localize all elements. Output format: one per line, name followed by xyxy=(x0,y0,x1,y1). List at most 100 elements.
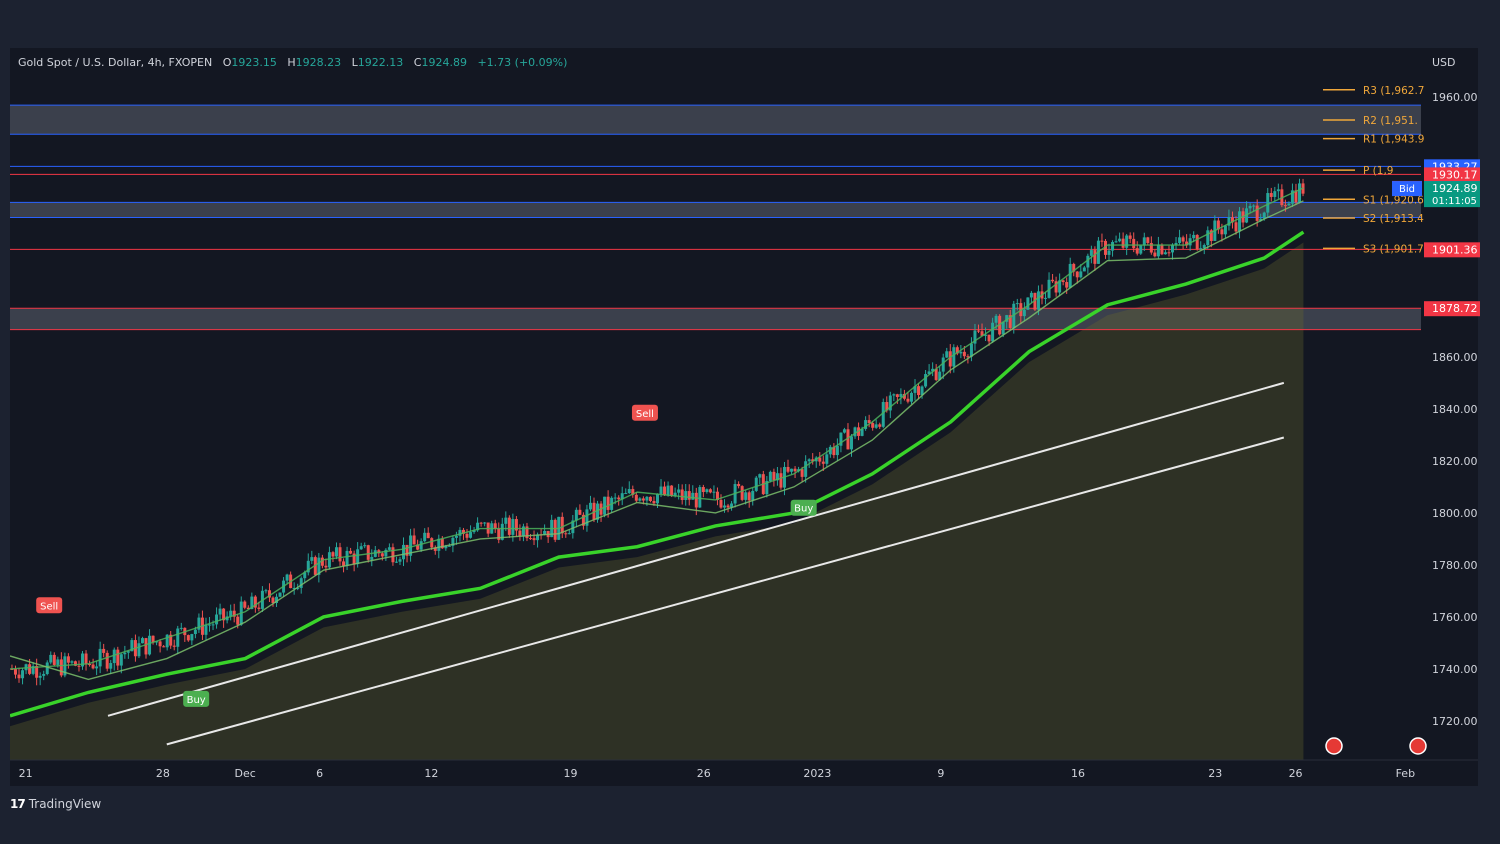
candle-body xyxy=(91,664,95,669)
candle-body xyxy=(285,574,289,581)
candle-body xyxy=(666,485,670,495)
price-tag-bid: Bid xyxy=(1399,184,1415,195)
candle-body xyxy=(1029,292,1033,298)
candle-body xyxy=(737,484,741,487)
candle-body xyxy=(1107,250,1111,255)
candle-body xyxy=(553,519,557,540)
y-tick-label: 1860.00 xyxy=(1432,351,1478,364)
signal-label-buy: Buy xyxy=(794,504,813,515)
x-tick-label: 28 xyxy=(156,767,170,780)
candle-body xyxy=(70,661,74,663)
candle-body xyxy=(119,654,123,666)
x-tick-label: 16 xyxy=(1071,767,1085,780)
candle-body xyxy=(391,547,395,563)
candle-body xyxy=(1163,252,1167,255)
price-label-value: 1930.17 xyxy=(1432,168,1478,181)
candle-body xyxy=(1036,291,1040,310)
candle-body xyxy=(842,429,846,433)
candle-body xyxy=(786,466,790,472)
candle-body xyxy=(102,648,106,653)
x-tick-label: 9 xyxy=(937,767,944,780)
candle-body xyxy=(215,614,219,625)
candle-body xyxy=(807,459,811,462)
candle-body xyxy=(1252,205,1256,207)
y-tick-label: 1740.00 xyxy=(1432,663,1478,676)
candle-body xyxy=(518,530,522,537)
candle-body xyxy=(1167,252,1171,254)
candle-body xyxy=(663,486,667,495)
candle-body xyxy=(659,486,663,494)
candle-body xyxy=(116,649,120,666)
candle-body xyxy=(680,489,684,501)
candle-body xyxy=(345,550,349,566)
candle-body xyxy=(1075,271,1079,278)
candle-body xyxy=(1089,250,1093,256)
candle-body xyxy=(144,638,148,655)
candle-body xyxy=(1118,238,1122,242)
candle-body xyxy=(504,517,508,524)
candle-body xyxy=(1100,240,1104,242)
candle-body xyxy=(648,496,652,502)
candle-body xyxy=(493,523,497,529)
candle-body xyxy=(366,545,370,560)
high-label: H xyxy=(287,56,296,69)
candle-body xyxy=(49,654,53,663)
candle-body xyxy=(423,532,427,542)
candle-body xyxy=(204,624,208,635)
candle-body xyxy=(1114,241,1118,243)
candle-body xyxy=(1262,212,1266,219)
candle-body xyxy=(564,533,568,535)
candle-body xyxy=(1082,267,1086,272)
candle-body xyxy=(1234,222,1238,232)
candle-body xyxy=(793,468,797,472)
candle-body xyxy=(243,601,247,608)
candle-body xyxy=(338,547,342,562)
symbol-title: Gold Spot / U.S. Dollar, 4h, FXOPEN xyxy=(18,56,213,69)
tradingview-brand[interactable]: 17 TradingView xyxy=(10,797,101,811)
x-tick-label: 12 xyxy=(424,767,438,780)
candle-body xyxy=(21,670,25,679)
high-value: 1928.23 xyxy=(295,56,342,69)
price-chart[interactable]: Sell Buy Sell Buy R3 (1,962.7 R2 (1,951. R1 (1… xyxy=(0,0,1500,844)
open-value: 1923.15 xyxy=(231,56,277,69)
candle-body xyxy=(56,659,60,665)
candle-body xyxy=(1181,237,1185,242)
event-flag-icon xyxy=(1325,737,1343,755)
candle-body xyxy=(952,347,956,367)
pivot-label: R1 (1,943.9 xyxy=(1363,134,1425,146)
candle-body xyxy=(747,492,751,501)
candle-body xyxy=(1297,183,1301,203)
candle-body xyxy=(176,628,180,647)
candle-body xyxy=(394,561,398,563)
candle-body xyxy=(193,629,197,635)
candle-body xyxy=(112,649,116,664)
candle-body xyxy=(835,445,839,456)
candle-body xyxy=(465,533,469,538)
signal-label-sell: Sell xyxy=(636,409,654,420)
candle-body xyxy=(84,653,88,665)
change-value: +1.73 (+0.09%) xyxy=(477,56,568,69)
candle-body xyxy=(1142,237,1146,246)
candle-body xyxy=(588,502,592,510)
candle-body xyxy=(1125,235,1129,248)
candle-body xyxy=(1146,237,1150,243)
candle-body xyxy=(419,541,423,550)
pivot-label: R3 (1,962.7 xyxy=(1363,85,1425,97)
candle-body xyxy=(987,334,991,342)
symbol-header: Gold Spot / U.S. Dollar, 4h, FXOPEN O192… xyxy=(18,56,567,69)
candle-body xyxy=(218,608,222,615)
y-tick-label: 1720.00 xyxy=(1432,715,1478,728)
candle-body xyxy=(758,474,762,478)
candle-body xyxy=(606,496,610,510)
candle-body xyxy=(1022,309,1026,317)
candle-body xyxy=(172,645,176,647)
candle-body xyxy=(483,522,487,524)
sr-zone-1 xyxy=(10,202,1421,218)
candle-body xyxy=(1079,271,1083,278)
candle-body xyxy=(140,638,144,644)
pivot-label: R2 (1,951. xyxy=(1363,115,1418,127)
candle-body xyxy=(148,635,152,655)
candle-body xyxy=(991,322,995,342)
y-tick-label: 1960.00 xyxy=(1432,91,1478,104)
candle-body xyxy=(684,491,688,501)
